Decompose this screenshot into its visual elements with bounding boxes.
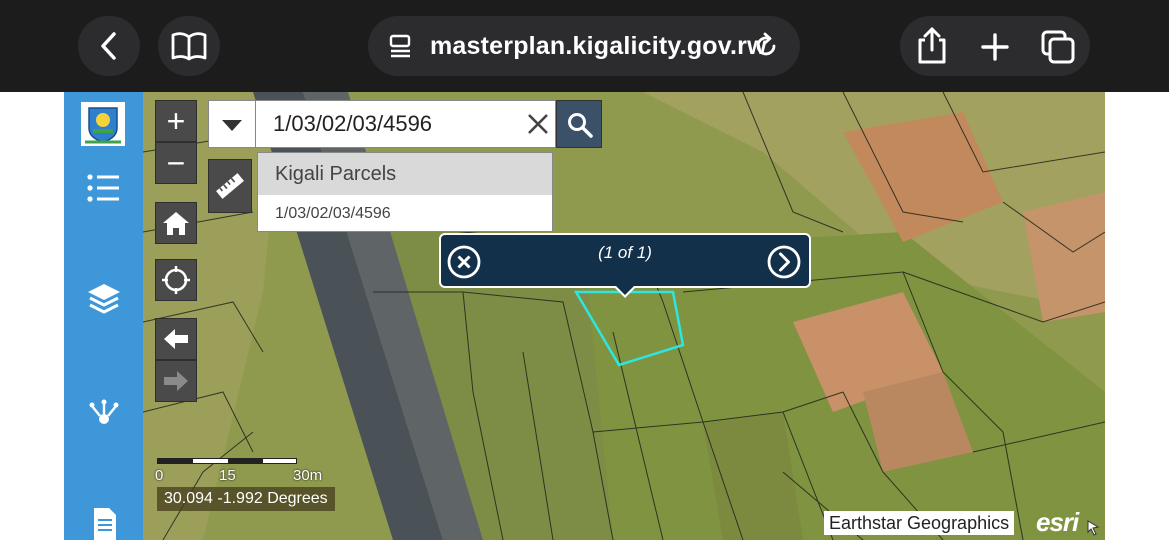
scale-label-end: 30m — [293, 467, 323, 484]
page-margin-left — [0, 92, 64, 540]
resize-cursor-icon — [1087, 520, 1100, 536]
network-icon[interactable] — [88, 398, 120, 428]
reload-icon[interactable] — [752, 32, 780, 60]
ruler-icon — [216, 173, 244, 199]
feature-popup: (1 of 1) — [439, 233, 811, 298]
scale-bar-track — [157, 458, 297, 464]
clear-search-icon[interactable] — [525, 111, 551, 137]
toolbar-actions — [900, 16, 1090, 76]
share-icon[interactable] — [915, 26, 949, 66]
browser-toolbar: masterplan.kigalicity.gov.rw — [0, 0, 1169, 92]
zoom-in-button[interactable]: + — [155, 100, 197, 142]
list-icon[interactable] — [86, 172, 120, 204]
tabs-icon[interactable] — [1040, 29, 1076, 65]
scale-label-start: 0 — [155, 467, 164, 484]
address-bar[interactable]: masterplan.kigalicity.gov.rw — [368, 16, 800, 76]
zoom-out-button[interactable]: − — [155, 142, 197, 184]
city-logo-icon — [85, 107, 121, 144]
city-logo[interactable] — [81, 102, 125, 146]
home-icon — [163, 212, 189, 235]
previous-extent-button[interactable] — [155, 318, 197, 360]
search-button[interactable] — [556, 100, 602, 148]
scale-bar: 0 15 30m — [155, 458, 335, 488]
search-widget: 1/03/02/03/4596 — [208, 100, 602, 148]
popup-pointer — [613, 286, 637, 298]
next-circle-icon[interactable] — [767, 245, 801, 279]
esri-logo: esri — [1036, 507, 1079, 537]
scale-label-mid: 15 — [219, 467, 236, 484]
search-source-dropdown[interactable] — [208, 100, 256, 148]
zoom-in-label: + — [166, 103, 186, 139]
chevron-left-icon — [101, 32, 116, 60]
map-attribution: Earthstar Geographics — [824, 511, 1015, 535]
back-button[interactable] — [78, 16, 140, 76]
suggestion-item[interactable]: 1/03/02/03/4596 — [258, 195, 552, 233]
search-input[interactable]: 1/03/02/03/4596 — [256, 100, 556, 148]
locate-button[interactable] — [155, 259, 197, 301]
locate-icon — [162, 266, 190, 294]
document-icon[interactable] — [92, 506, 118, 540]
reader-mode-icon[interactable] — [388, 34, 414, 58]
next-extent-button[interactable] — [155, 360, 197, 402]
zoom-out-label: − — [166, 145, 186, 181]
popup-count: (1 of 1) — [598, 243, 652, 262]
coordinate-readout: 30.094 -1.992 Degrees — [157, 487, 335, 511]
home-button[interactable] — [155, 202, 197, 244]
search-suggestions: Kigali Parcels 1/03/02/03/4596 — [257, 152, 553, 232]
search-icon — [568, 113, 593, 138]
page-margin-right — [1105, 92, 1169, 540]
arrow-left-icon — [164, 329, 188, 349]
book-icon — [171, 32, 207, 61]
bookmarks-button[interactable] — [158, 16, 220, 76]
caret-down-icon — [222, 120, 242, 131]
app-sidebar — [64, 92, 143, 540]
plus-icon[interactable] — [980, 32, 1010, 62]
map-view[interactable]: + − 1/03/02/03/4596 Kigali Parcels 1/03/… — [143, 92, 1105, 540]
url-text: masterplan.kigalicity.gov.rw — [430, 32, 767, 60]
arrow-right-icon — [164, 371, 188, 391]
layers-icon[interactable] — [86, 282, 122, 316]
suggestion-group-header: Kigali Parcels — [258, 153, 552, 195]
measure-button[interactable] — [208, 159, 252, 213]
